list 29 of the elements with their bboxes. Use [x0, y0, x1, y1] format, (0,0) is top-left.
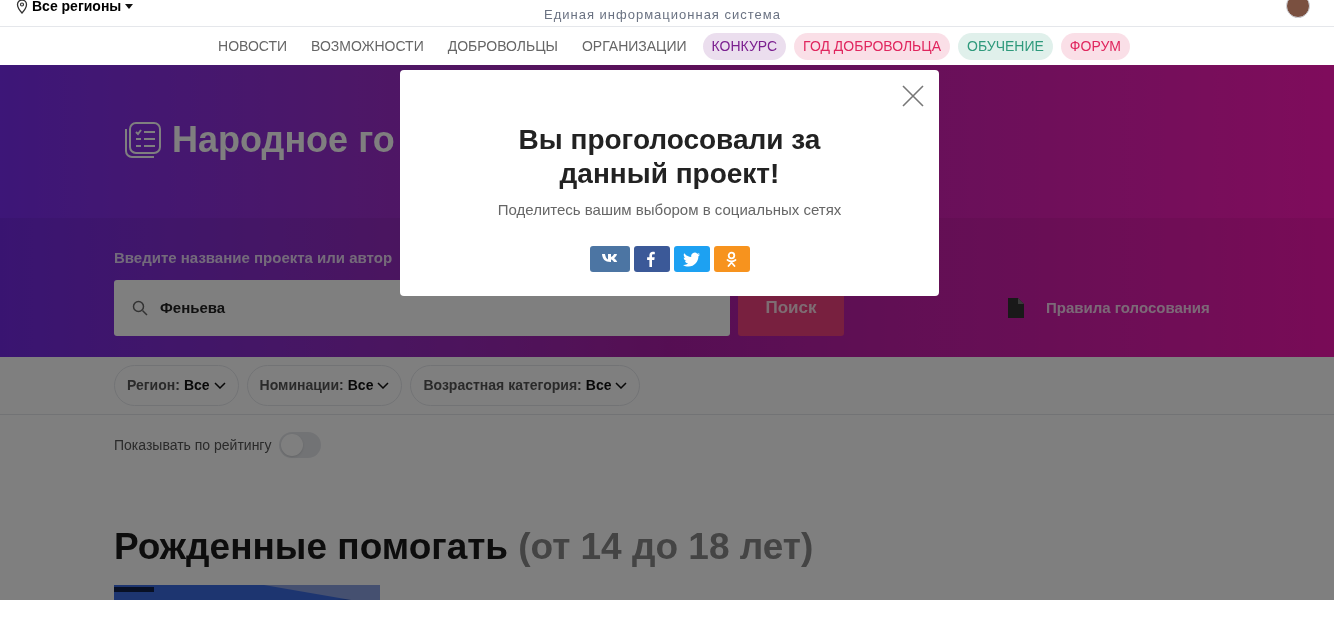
nav-link[interactable]: ВОЗМОЖНОСТИ: [303, 32, 432, 60]
chevron-down-icon: [213, 382, 226, 389]
document-icon: [1008, 298, 1024, 318]
nav-link[interactable]: КОНКУРС: [702, 32, 787, 60]
nav-link[interactable]: ГОД ДОБРОВОЛЬЦА: [794, 32, 950, 60]
chevron-down-icon: [377, 382, 390, 389]
caret-icon: [125, 4, 134, 9]
site-subtitle: Единая информационная система: [544, 6, 781, 24]
dialog-text: Поделитесь вашим выбором в социальных сетях: [497, 200, 842, 220]
checklist-icon: [124, 120, 162, 159]
dialog-title: Вы проголосовали за данный проект!: [517, 123, 822, 191]
region-dropdown[interactable]: Все регионы: [32, 0, 134, 17]
nav-link[interactable]: ОБУЧЕНИЕ: [958, 32, 1053, 60]
nav-link[interactable]: ДОБРОВОЛЬЦЫ: [439, 32, 566, 60]
share-button[interactable]: [589, 245, 630, 272]
avatar-icon[interactable]: [1286, 0, 1310, 18]
nav-link[interactable]: ОРГАНИЗАЦИИ: [573, 32, 695, 60]
chevron-down-icon: [615, 382, 628, 389]
close-icon[interactable]: [901, 84, 925, 108]
location-pin-icon: [16, 0, 28, 14]
search-icon: [132, 300, 148, 316]
nav-link[interactable]: ФОРУМ: [1060, 32, 1130, 60]
nav-link[interactable]: НОВОСТИ: [210, 32, 296, 60]
bird-icon: [683, 250, 700, 267]
search-label: Введите название проекта или автор: [114, 248, 393, 268]
page-title: Народное го: [172, 117, 395, 162]
share-button[interactable]: [633, 245, 670, 272]
rating-toggle-label: Показывать по рейтингу: [114, 435, 272, 455]
share-button[interactable]: [673, 245, 710, 272]
